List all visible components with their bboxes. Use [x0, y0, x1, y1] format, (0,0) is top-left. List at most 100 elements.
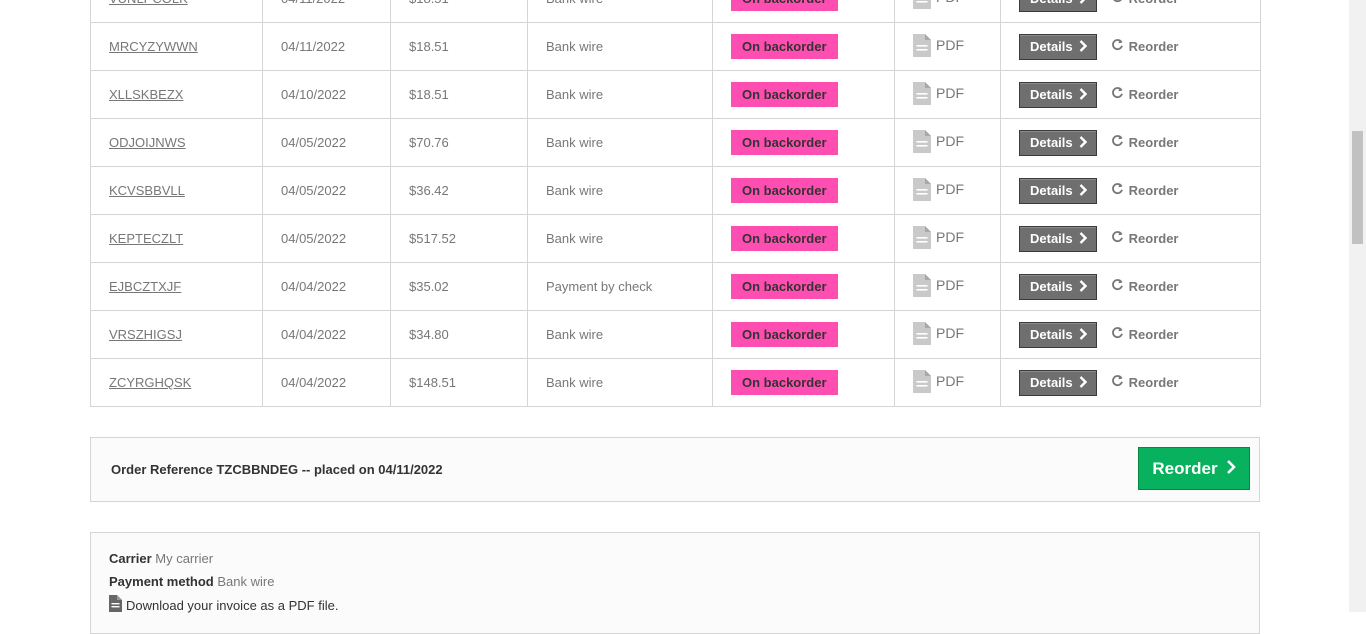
refresh-icon: [1111, 38, 1124, 54]
refresh-icon: [1111, 230, 1124, 246]
details-button[interactable]: Details: [1019, 177, 1097, 204]
order-ref-link[interactable]: VUNLPCOLK: [109, 0, 188, 6]
invoice-pdf-link[interactable]: PDF: [913, 225, 964, 249]
order-ref-cell: MRCYZYWWN: [90, 22, 263, 71]
order-date: 04/04/2022: [262, 310, 391, 359]
invoice-download-link[interactable]: Download your invoice as a PDF file.: [109, 595, 338, 615]
reorder-link[interactable]: Reorder: [1111, 326, 1179, 342]
details-button[interactable]: Details: [1019, 369, 1097, 396]
order-ref-link[interactable]: KCVSBBVLL: [109, 183, 185, 198]
scrollbar-thumb[interactable]: [1352, 131, 1363, 244]
order-status-cell: On backorder: [712, 0, 895, 23]
order-payment: Bank wire: [527, 118, 713, 167]
status-badge: On backorder: [731, 178, 838, 203]
order-ref-cell: KEPTECZLT: [90, 214, 263, 263]
details-label: Details: [1030, 39, 1073, 54]
order-total: $517.52: [390, 214, 528, 263]
reorder-link[interactable]: Reorder: [1111, 230, 1179, 246]
details-button[interactable]: Details: [1019, 273, 1097, 300]
pdf-label: PDF: [936, 36, 964, 53]
details-button[interactable]: Details: [1019, 225, 1097, 252]
reorder-link[interactable]: Reorder: [1111, 134, 1179, 150]
invoice-pdf-link[interactable]: PDF: [913, 369, 964, 393]
order-ref-link[interactable]: KEPTECZLT: [109, 231, 183, 246]
details-button[interactable]: Details: [1019, 81, 1097, 108]
invoice-pdf-link[interactable]: PDF: [913, 0, 964, 9]
order-ref-link[interactable]: ZCYRGHQSK: [109, 375, 191, 390]
reorder-link[interactable]: Reorder: [1111, 0, 1179, 6]
reorder-link[interactable]: Reorder: [1111, 86, 1179, 102]
file-pdf-icon: [913, 0, 931, 9]
file-pdf-icon: [913, 177, 931, 201]
details-label: Details: [1030, 375, 1073, 390]
reorder-link[interactable]: Reorder: [1111, 38, 1179, 54]
details-button[interactable]: Details: [1019, 0, 1097, 12]
reorder-label: Reorder: [1128, 230, 1179, 246]
reorder-label: Reorder: [1128, 278, 1179, 294]
pdf-label: PDF: [936, 324, 964, 341]
order-payment: Bank wire: [527, 70, 713, 119]
pdf-label: PDF: [936, 180, 964, 197]
reorder-label: Reorder: [1128, 86, 1179, 102]
invoice-pdf-link[interactable]: PDF: [913, 33, 964, 57]
file-pdf-icon: [913, 369, 931, 393]
details-button[interactable]: Details: [1019, 33, 1097, 60]
payment-method-value: Bank wire: [217, 574, 275, 589]
reorder-link[interactable]: Reorder: [1111, 278, 1179, 294]
order-total: $36.42: [390, 166, 528, 215]
reorder-label: Reorder: [1128, 374, 1179, 390]
order-total: $148.51: [390, 358, 528, 407]
details-button[interactable]: Details: [1019, 321, 1097, 348]
order-row: XLLSKBEZX 04/10/2022 $18.51 Bank wire On bac…: [90, 70, 1261, 119]
invoice-pdf-link[interactable]: PDF: [913, 81, 964, 105]
order-payment: Bank wire: [527, 310, 713, 359]
status-badge: On backorder: [731, 130, 838, 155]
order-ref-link[interactable]: MRCYZYWWN: [109, 39, 198, 54]
order-ref-cell: VRSZHIGSJ: [90, 310, 263, 359]
details-button[interactable]: Details: [1019, 129, 1097, 156]
pdf-label: PDF: [936, 276, 964, 293]
status-badge: On backorder: [731, 370, 838, 395]
invoice-pdf-link[interactable]: PDF: [913, 177, 964, 201]
order-date: 04/05/2022: [262, 214, 391, 263]
chevron-right-icon: [1079, 279, 1087, 294]
reorder-label: Reorder: [1128, 326, 1179, 342]
carrier-label: Carrier: [109, 551, 152, 566]
order-invoice-cell: PDF: [894, 166, 1001, 215]
order-ref-cell: VUNLPCOLK: [90, 0, 263, 23]
order-actions-cell: Details Reorder: [1000, 118, 1261, 167]
order-ref-link[interactable]: EJBCZTXJF: [109, 279, 181, 294]
order-status-cell: On backorder: [712, 166, 895, 215]
chevron-right-icon: [1226, 459, 1236, 479]
status-badge: On backorder: [731, 0, 838, 11]
order-row: ODJOIJNWS 04/05/2022 $70.76 Bank wire On bac…: [90, 118, 1261, 167]
invoice-pdf-link[interactable]: PDF: [913, 273, 964, 297]
file-pdf-icon: [913, 33, 931, 57]
reorder-button[interactable]: Reorder: [1138, 447, 1250, 490]
order-invoice-cell: PDF: [894, 118, 1001, 167]
refresh-icon: [1111, 326, 1124, 342]
order-ref-cell: ZCYRGHQSK: [90, 358, 263, 407]
refresh-icon: [1111, 86, 1124, 102]
order-ref-link[interactable]: XLLSKBEZX: [109, 87, 183, 102]
details-label: Details: [1030, 279, 1073, 294]
reorder-link[interactable]: Reorder: [1111, 374, 1179, 390]
reorder-link[interactable]: Reorder: [1111, 182, 1179, 198]
details-label: Details: [1030, 231, 1073, 246]
order-ref-link[interactable]: VRSZHIGSJ: [109, 327, 182, 342]
pdf-label: PDF: [936, 84, 964, 101]
order-total: $34.80: [390, 310, 528, 359]
invoice-pdf-link[interactable]: PDF: [913, 129, 964, 153]
details-label: Details: [1030, 87, 1073, 102]
order-status-cell: On backorder: [712, 214, 895, 263]
order-actions-cell: Details Reorder: [1000, 0, 1261, 23]
chevron-right-icon: [1079, 183, 1087, 198]
order-ref-cell: ODJOIJNWS: [90, 118, 263, 167]
vertical-scrollbar[interactable]: [1349, 0, 1366, 612]
details-label: Details: [1030, 183, 1073, 198]
reorder-button-label: Reorder: [1152, 458, 1218, 478]
order-ref-link[interactable]: ODJOIJNWS: [109, 135, 186, 150]
invoice-pdf-link[interactable]: PDF: [913, 321, 964, 345]
order-total: $18.51: [390, 22, 528, 71]
chevron-right-icon: [1079, 135, 1087, 150]
